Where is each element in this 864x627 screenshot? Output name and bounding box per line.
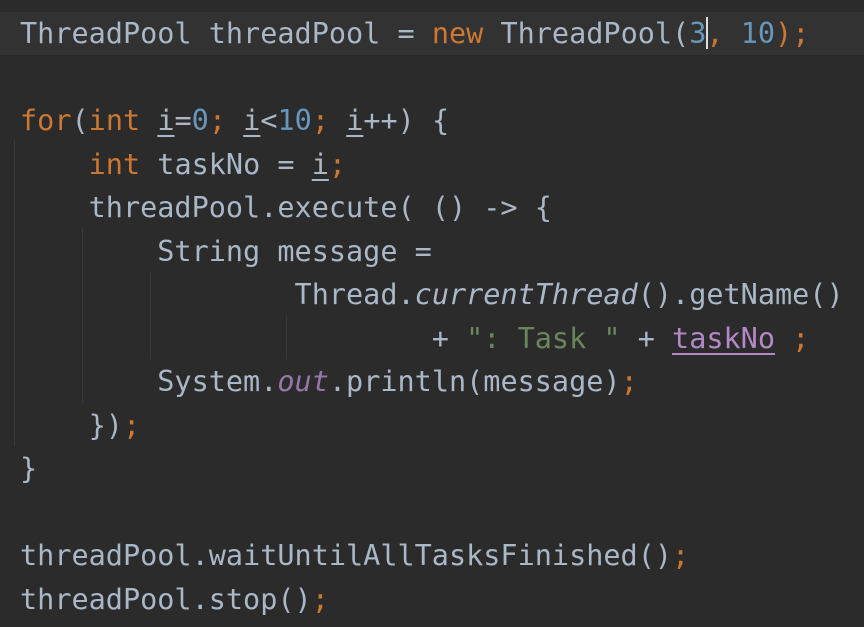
code-token: Thread. bbox=[20, 278, 415, 311]
code-token: threadPool.execute( () -> { bbox=[20, 191, 552, 224]
code-token: out bbox=[277, 365, 329, 398]
code-token: taskNo = bbox=[140, 147, 312, 181]
code-token: threadPool.stop() bbox=[20, 582, 312, 616]
code-line[interactable]: threadPool.stop(); bbox=[20, 578, 329, 621]
code-token: 0 bbox=[191, 104, 209, 137]
code-token: , bbox=[706, 17, 724, 50]
code-token: ThreadPool( bbox=[483, 17, 690, 50]
code-token: ; bbox=[122, 408, 141, 442]
code-token: taskNo bbox=[672, 321, 775, 355]
code-line[interactable]: for(int i=0; i<10; i++) { bbox=[20, 99, 449, 142]
indent-guide bbox=[14, 140, 15, 446]
code-token: 10 bbox=[740, 17, 776, 50]
code-token: 3 bbox=[689, 17, 707, 50]
code-token: ().getName() bbox=[637, 278, 844, 311]
code-token: int bbox=[88, 147, 141, 181]
code-token: new bbox=[431, 17, 484, 50]
code-token: ; bbox=[792, 321, 810, 355]
code-token: ; bbox=[311, 104, 330, 137]
code-token: }) bbox=[20, 408, 123, 442]
code-token: ThreadPool threadPool = bbox=[20, 17, 432, 50]
code-line[interactable]: String message = bbox=[20, 230, 432, 273]
code-token: i bbox=[157, 104, 175, 137]
code-line[interactable]: + ": Task " + taskNo ; bbox=[20, 317, 810, 360]
code-token: ; bbox=[328, 147, 347, 181]
code-line[interactable]: int taskNo = i; bbox=[20, 143, 346, 186]
code-token: System. bbox=[20, 365, 278, 398]
code-editor[interactable]: ThreadPool threadPool = new ThreadPool(3… bbox=[0, 0, 864, 627]
code-line[interactable]: System.out.println(message); bbox=[20, 360, 638, 403]
code-token: i bbox=[311, 147, 329, 181]
code-token: String message = bbox=[20, 234, 432, 268]
code-line[interactable]: threadPool.waitUntilAllTasksFinished(); bbox=[20, 534, 689, 577]
code-token: 10 bbox=[277, 104, 312, 137]
code-token: ; bbox=[620, 365, 638, 398]
code-token: int bbox=[88, 104, 141, 137]
code-token: ; bbox=[208, 104, 226, 137]
code-token: ": Task " bbox=[466, 321, 621, 355]
code-token: currentThread bbox=[414, 278, 638, 311]
code-token: ); bbox=[775, 17, 810, 50]
code-token: i bbox=[243, 104, 261, 137]
code-token: } bbox=[20, 452, 38, 485]
code-token: ( bbox=[71, 104, 89, 137]
code-token: < bbox=[260, 104, 278, 137]
code-token: i bbox=[346, 104, 364, 137]
code-token: ++) { bbox=[363, 104, 450, 137]
code-line[interactable]: }); bbox=[20, 404, 141, 447]
code-line[interactable]: ThreadPool threadPool = new ThreadPool(3… bbox=[20, 12, 809, 55]
code-token: + bbox=[20, 321, 467, 355]
code-token: + bbox=[620, 321, 673, 355]
code-token: for bbox=[20, 104, 72, 137]
code-line[interactable]: Thread.currentThread().getName() bbox=[20, 273, 844, 316]
code-token: ; bbox=[672, 539, 690, 572]
code-token: = bbox=[174, 104, 192, 137]
code-line[interactable]: } bbox=[20, 447, 37, 490]
code-token: ; bbox=[311, 582, 329, 616]
code-token: threadPool.waitUntilAllTasksFinished() bbox=[20, 539, 673, 572]
code-token: .println(message) bbox=[328, 365, 621, 398]
code-line[interactable]: threadPool.execute( () -> { bbox=[20, 186, 552, 229]
